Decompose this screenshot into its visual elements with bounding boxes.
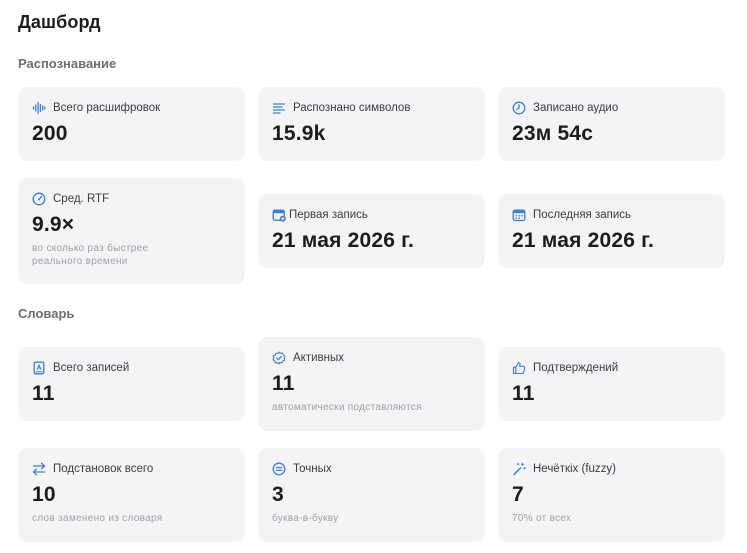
card-label: Последняя запись (533, 209, 632, 221)
card-value: 21 мая 2026 г. (272, 229, 415, 252)
card-subtitle: слов заменено из словаря (32, 513, 163, 524)
checkmark-seal-icon (272, 351, 286, 365)
card-label: Всего расшифровок (53, 102, 161, 114)
card-label: Сред. RTF (53, 193, 110, 205)
card-avg-rtf: Сред. RTF 9.9× во сколько раз быстрее ре… (18, 178, 245, 284)
card-value: 11 (512, 382, 535, 405)
card-label: Первая запись (289, 209, 368, 221)
card-value: 9.9× (32, 213, 75, 236)
gauge-icon (32, 192, 46, 206)
card-total-entries: Всего записей 11 (18, 347, 245, 421)
card-fuzzy: Нечёткіх (fuzzy) 7 70% от всех (498, 448, 725, 542)
card-recorded-audio: Записано аудио 23м 54с (498, 87, 725, 161)
card-subtitle: автоматически подставляются (272, 402, 422, 413)
card-label: Подстановок всего (53, 463, 154, 475)
card-value: 11 (272, 372, 295, 395)
card-value: 11 (32, 382, 55, 405)
equal-circle-icon (272, 462, 286, 476)
card-value: 21 мая 2026 г. (512, 229, 655, 252)
card-label: Записано аудио (533, 102, 619, 114)
card-label: Распознано символов (293, 102, 411, 114)
dashboard-page: Дашборд Распознавание Всего расшифровок … (0, 0, 747, 553)
text-lines-icon (272, 101, 286, 115)
magic-wand-icon (512, 462, 526, 476)
card-value: 23м 54с (512, 122, 594, 145)
card-value: 7 (512, 483, 524, 506)
card-label: Всего записей (53, 362, 130, 374)
card-active: Активных 11 автоматически подставляются (258, 337, 485, 431)
thumbs-up-icon (512, 361, 526, 375)
section-title-dictionary: Словарь (18, 306, 75, 321)
waveform-icon (32, 101, 46, 115)
card-label: Точных (293, 463, 332, 475)
card-value: 10 (32, 483, 56, 506)
clock-icon (512, 101, 526, 115)
card-label: Подтверждений (533, 362, 619, 374)
card-label: Активных (293, 352, 344, 364)
card-confirmations: Подтверждений 11 (498, 347, 725, 421)
card-value: 200 (32, 122, 68, 145)
calendar-icon (512, 208, 526, 222)
card-value: 3 (272, 483, 284, 506)
card-last-record: Последняя запись 21 мая 2026 г. (498, 194, 725, 268)
card-total-transcriptions: Всего расшифровок 200 (18, 87, 245, 161)
card-label: Нечёткіх (fuzzy) (533, 463, 617, 475)
book-icon (32, 361, 46, 375)
card-value: 15.9k (272, 122, 326, 145)
card-subtitle: 70% от всех (512, 513, 572, 524)
section-title-recognition: Распознавание (18, 56, 117, 71)
page-title: Дашборд (18, 12, 101, 32)
arrows-swap-icon (32, 462, 46, 476)
card-recognized-chars: Распознано символов 15.9k (258, 87, 485, 161)
card-exact: Точных 3 буква-в-букву (258, 448, 485, 542)
card-subtitle: во сколько раз быстрее реального времени (32, 243, 149, 267)
card-total-substitutions: Подстановок всего 10 слов заменено из сл… (18, 448, 245, 542)
card-subtitle: буква-в-букву (272, 513, 339, 524)
card-first-record: Первая запись 21 мая 2026 г. (258, 194, 485, 268)
calendar-plus-icon (272, 208, 286, 222)
